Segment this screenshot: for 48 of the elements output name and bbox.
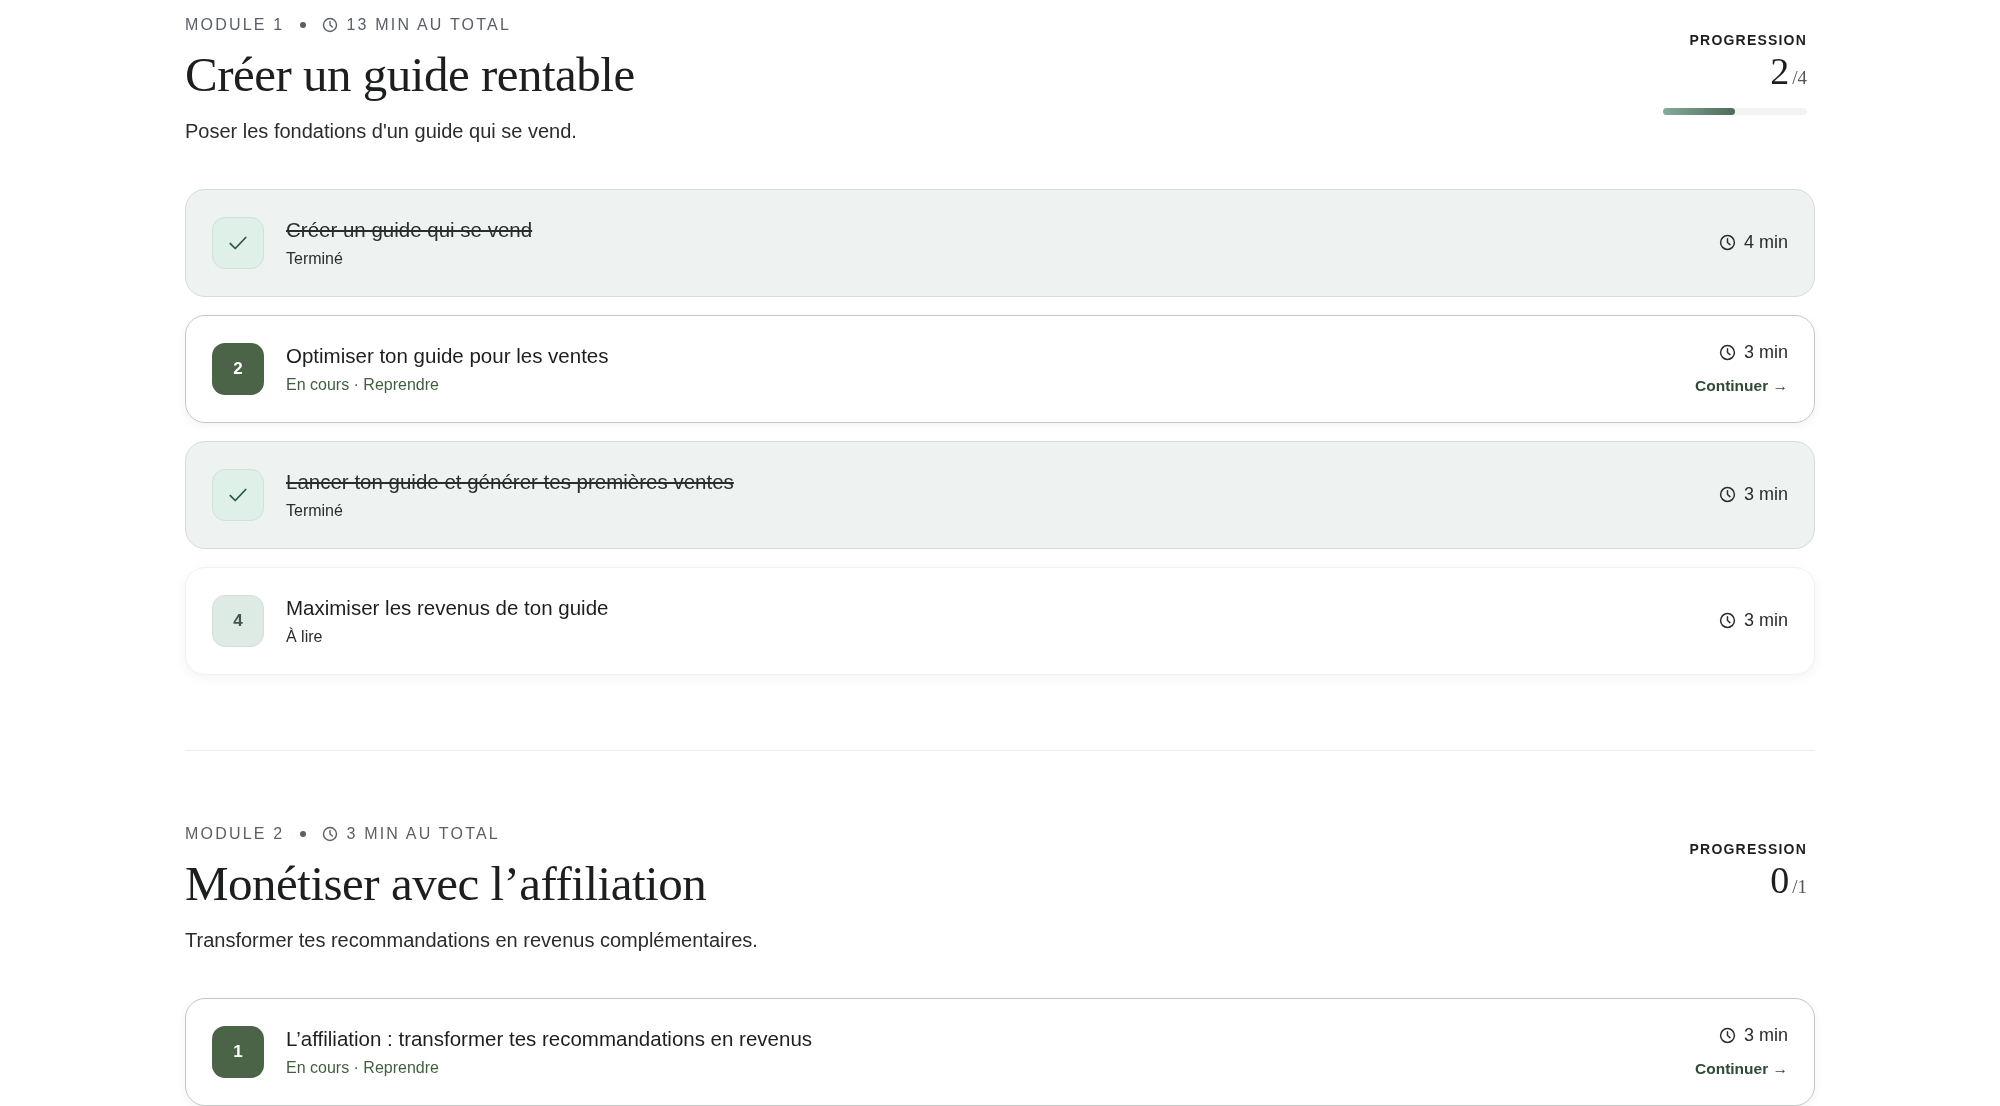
separator-dot	[300, 830, 307, 837]
lesson-duration: 4 min	[1744, 232, 1788, 254]
number-badge: 2	[212, 342, 264, 395]
module-subtitle: Poser les fondations d'un guide qui se vend.	[185, 119, 578, 143]
lesson-title: Lancer ton guide et générer tes premières ventes	[286, 469, 735, 494]
clock-icon	[1719, 1027, 1736, 1045]
lesson-duration: 3 min	[1744, 1025, 1788, 1047]
progress-count: 0	[1770, 860, 1790, 899]
lesson-status: Terminé	[286, 249, 344, 268]
lesson-status: À lire	[286, 627, 324, 646]
lesson-title: Maximiser les revenus de ton guide	[286, 595, 610, 620]
lesson-card[interactable]: Créer un guide qui se vend Terminé 4 min	[185, 188, 1815, 297]
module-title: Créer un guide rentable	[185, 48, 635, 102]
number-badge: 1	[212, 1025, 264, 1078]
clock-icon	[1719, 486, 1736, 504]
clock-icon	[1719, 344, 1736, 362]
progress-total: /1	[1792, 875, 1807, 898]
progress-total: /4	[1792, 67, 1807, 89]
lesson-status: En cours · Reprendre	[286, 375, 440, 394]
module-duration: 3 MIN AU TOTAL	[346, 824, 500, 843]
progress-label: PROGRESSION	[1689, 840, 1807, 857]
lesson-duration: 3 min	[1744, 610, 1788, 632]
lesson-title: L’affiliation : transformer tes recommandations en revenus	[286, 1026, 814, 1051]
lesson-duration: 3 min	[1744, 484, 1788, 506]
progress-label: PROGRESSION	[1689, 32, 1807, 48]
lesson-title: Créer un guide qui se vend	[286, 217, 534, 242]
continue-link[interactable]: Continuer →	[1695, 1060, 1788, 1079]
lesson-duration: 3 min	[1744, 342, 1788, 364]
lesson-status: Terminé	[286, 501, 344, 520]
module-duration: 13 MIN AU TOTAL	[346, 16, 511, 34]
clock-icon	[322, 17, 339, 33]
lesson-title: Optimiser ton guide pour les ventes	[286, 343, 610, 368]
lesson-card[interactable]: 1 L’affiliation : transformer tes recommandations en revenus En cours · Reprendre 3 min Continuer →	[185, 997, 1815, 1106]
clock-icon	[322, 825, 339, 842]
continue-link[interactable]: Continuer →	[1695, 377, 1788, 396]
clock-icon	[1719, 234, 1736, 252]
lesson-card[interactable]: Lancer ton guide et générer tes premières ventes Terminé 3 min	[185, 440, 1815, 549]
number-badge: 4	[212, 594, 264, 647]
separator-dot	[300, 22, 307, 28]
clock-icon	[1719, 612, 1736, 630]
progress-count: 2	[1770, 52, 1790, 90]
module-subtitle: Transformer tes recommandations en revenus complémentaires.	[185, 928, 758, 952]
module-title: Monétiser avec l’affiliation	[185, 856, 708, 911]
lesson-status: En cours · Reprendre	[286, 1058, 440, 1077]
module-label: MODULE 2	[185, 824, 285, 843]
module-label: MODULE 1	[185, 16, 285, 34]
lesson-card[interactable]: 2 Optimiser ton guide pour les ventes En cours · Reprendre 3 min Continuer →	[185, 314, 1815, 423]
lesson-card[interactable]: 4 Maximiser les revenus de ton guide À lire 3 min	[185, 566, 1815, 675]
